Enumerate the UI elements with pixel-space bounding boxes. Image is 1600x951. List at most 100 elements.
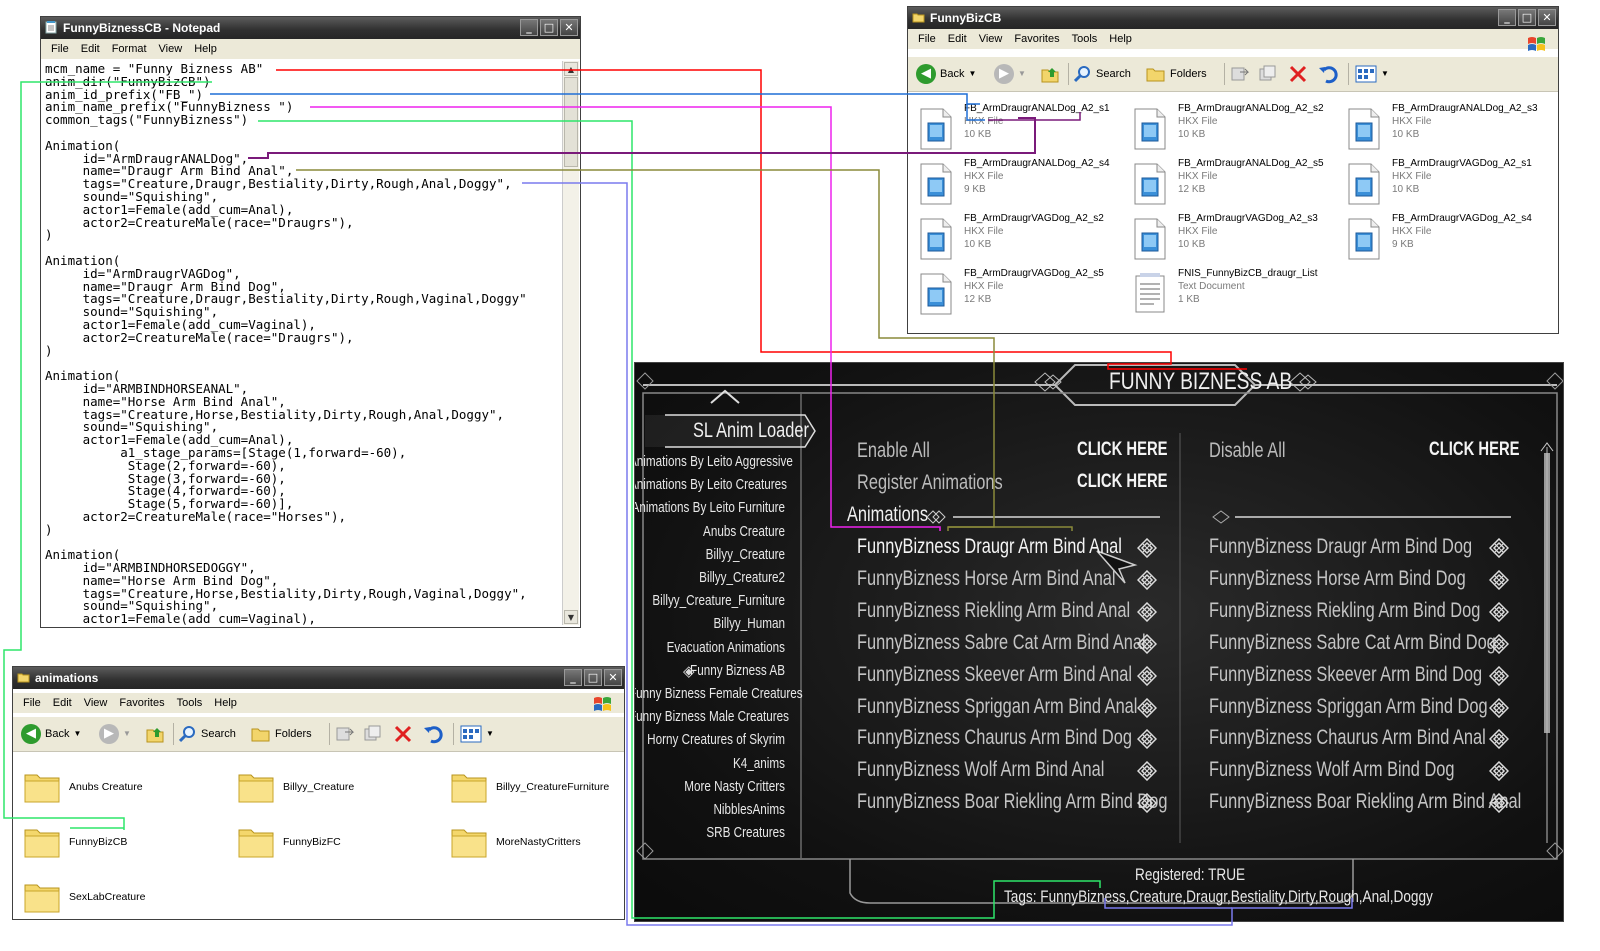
folder-item[interactable]: MoreNastyCritters [450, 822, 624, 866]
minimize-button[interactable]: _ [520, 19, 538, 36]
back-button[interactable]: ◀ Back ▼ [916, 64, 976, 84]
file-item[interactable]: FB_ArmDraugrVAGDog_A2_s4 HKX File 9 KB [1346, 213, 1556, 265]
animation-toggle-label[interactable]: FunnyBizness Draugr Arm Bind Dog [1209, 535, 1472, 559]
animation-toggle-label[interactable]: FunnyBizness Spriggan Arm Bind Dog [1209, 695, 1488, 719]
animation-enabled-diamond-icon[interactable] [1488, 729, 1510, 750]
scroll-up-icon[interactable]: ▲ [564, 62, 578, 76]
menu-help[interactable]: Help [1103, 29, 1138, 49]
views-button[interactable]: ▼ [460, 724, 494, 744]
mod-list-item[interactable]: Billyy_Creature_Furniture [635, 592, 785, 609]
file-item[interactable]: FB_ArmDraugrANALDog_A2_s5 HKX File 12 KB [1132, 158, 1342, 210]
mod-list-item[interactable]: Evacuation Animations [635, 639, 785, 656]
up-folder-button[interactable] [145, 724, 165, 744]
mod-list-item[interactable]: Funny Bizness AB [635, 662, 785, 679]
copy-to-button[interactable] [1258, 64, 1280, 84]
menu-file[interactable]: File [912, 29, 942, 49]
up-folder-button[interactable] [1040, 64, 1060, 84]
folder-item[interactable]: Anubs Creature [23, 767, 223, 811]
animation-toggle-label[interactable]: FunnyBizness Wolf Arm Bind Dog [1209, 758, 1455, 782]
maximize-button[interactable]: □ [584, 669, 602, 686]
animation-toggle-label[interactable]: FunnyBizness Sabre Cat Arm Bind Anal [857, 631, 1146, 655]
mod-list-item[interactable]: Funny Bizness Male Creatures [635, 708, 789, 725]
animation-enabled-diamond-icon[interactable] [1136, 793, 1158, 814]
mod-list-item[interactable]: Funny Bizness Female Creatures [635, 685, 803, 702]
file-item[interactable]: FB_ArmDraugrVAGDog_A2_s2 HKX File 10 KB [918, 213, 1128, 265]
close-button[interactable]: ✕ [1538, 9, 1556, 26]
file-item[interactable]: FB_ArmDraugrANALDog_A2_s2 HKX File 10 KB [1132, 103, 1342, 155]
menu-help[interactable]: Help [188, 39, 223, 59]
animation-enabled-diamond-icon[interactable] [1488, 761, 1510, 782]
animation-enabled-diamond-icon[interactable] [1488, 569, 1510, 590]
explorer-titlebar[interactable]: animations _ □ ✕ [13, 667, 624, 689]
notepad-scrollbar[interactable]: ▲ ▼ [562, 61, 579, 625]
menu-tools[interactable]: Tools [1066, 29, 1104, 49]
file-item[interactable]: FB_ArmDraugrVAGDog_A2_s5 HKX File 12 KB [918, 268, 1128, 320]
menu-tools[interactable]: Tools [171, 693, 209, 713]
animation-toggle-label[interactable]: FunnyBizness Boar Riekling Arm Bind Dog [857, 790, 1167, 814]
file-item[interactable]: FB_ArmDraugrANALDog_A2_s3 HKX File 10 KB [1346, 103, 1556, 155]
animation-enabled-diamond-icon[interactable] [1488, 697, 1510, 718]
disable-all-click-here[interactable]: CLICK HERE [1429, 439, 1520, 461]
animation-toggle-label[interactable]: FunnyBizness Sabre Cat Arm Bind Dog [1209, 631, 1496, 655]
file-item[interactable]: FB_ArmDraugrANALDog_A2_s4 HKX File 9 KB [918, 158, 1128, 210]
register-animations-label[interactable]: Register Animations [857, 471, 1003, 495]
animation-toggle-label[interactable]: FunnyBizness Spriggan Arm Bind Anal [857, 695, 1137, 719]
mod-list-item[interactable]: Animations By Leito Furniture [635, 499, 785, 516]
animation-toggle-label[interactable]: FunnyBizness Skeever Arm Bind Anal [857, 663, 1132, 687]
mod-list-item[interactable]: Anubs Creature [635, 523, 785, 540]
maximize-button[interactable]: □ [1518, 9, 1536, 26]
mod-list-item[interactable]: More Nasty Critters [635, 778, 785, 795]
search-button[interactable]: Search [179, 724, 236, 744]
animation-toggle-label[interactable]: FunnyBizness Riekling Arm Bind Dog [1209, 599, 1480, 623]
animation-enabled-diamond-icon[interactable] [1136, 665, 1158, 686]
undo-button[interactable] [423, 724, 445, 744]
animation-toggle-label[interactable]: FunnyBizness Wolf Arm Bind Anal [857, 758, 1104, 782]
menu-file[interactable]: File [45, 39, 75, 59]
animation-toggle-label[interactable]: FunnyBizness Horse Arm Bind Anal [857, 567, 1116, 591]
forward-button[interactable]: ▶ ▼ [994, 64, 1026, 84]
menu-edit[interactable]: Edit [47, 693, 78, 713]
register-animations-click-here[interactable]: CLICK HERE [1077, 471, 1168, 493]
animation-enabled-diamond-icon[interactable] [1488, 665, 1510, 686]
mod-list-item[interactable]: Billyy_Creature2 [635, 569, 785, 586]
search-button[interactable]: Search [1074, 64, 1131, 84]
views-button[interactable]: ▼ [1355, 64, 1389, 84]
menu-favorites[interactable]: Favorites [1008, 29, 1065, 49]
folder-item[interactable]: Billyy_CreatureFurniture [450, 767, 624, 811]
folders-button[interactable]: Folders [1146, 64, 1207, 84]
mod-list-item[interactable]: Animations By Leito Aggressive [635, 453, 793, 470]
folder-item[interactable]: FunnyBizFC [237, 822, 437, 866]
enable-all-click-here[interactable]: CLICK HERE [1077, 439, 1168, 461]
animation-enabled-diamond-icon[interactable] [1136, 633, 1158, 654]
mod-list-item[interactable]: K4_anims [635, 755, 785, 772]
folder-item[interactable]: FunnyBizCB [23, 822, 223, 866]
folder-item[interactable]: Billyy_Creature [237, 767, 437, 811]
mod-list-item[interactable]: Billyy_Human [635, 615, 785, 632]
menu-view[interactable]: View [973, 29, 1009, 49]
move-to-button[interactable] [335, 724, 357, 744]
enable-all-label[interactable]: Enable All [857, 439, 930, 463]
animation-enabled-diamond-icon[interactable] [1136, 697, 1158, 718]
menu-view[interactable]: View [153, 39, 189, 59]
file-item[interactable]: FB_ArmDraugrANALDog_A2_s1 HKX File 10 KB [918, 103, 1128, 155]
animation-toggle-label[interactable]: FunnyBizness Horse Arm Bind Dog [1209, 567, 1466, 591]
close-button[interactable]: ✕ [604, 669, 622, 686]
animation-enabled-diamond-icon[interactable] [1136, 569, 1158, 590]
copy-to-button[interactable] [363, 724, 385, 744]
animation-toggle-label[interactable]: FunnyBizness Riekling Arm Bind Anal [857, 599, 1130, 623]
disable-all-label[interactable]: Disable All [1209, 439, 1285, 463]
notepad-text-area[interactable]: mcm_name = "Funny Bizness AB" anim_dir("F… [43, 61, 562, 625]
animation-toggle-label[interactable]: FunnyBizness Boar Riekling Arm Bind Anal [1209, 790, 1521, 814]
minimize-button[interactable]: _ [1498, 9, 1516, 26]
mod-list-item[interactable]: NibblesAnims [635, 801, 785, 818]
animation-enabled-diamond-icon[interactable] [1488, 537, 1510, 559]
animation-enabled-diamond-icon[interactable] [1488, 633, 1510, 654]
animation-enabled-diamond-icon[interactable] [1488, 793, 1510, 814]
menu-view[interactable]: View [78, 693, 114, 713]
maximize-button[interactable]: □ [540, 19, 558, 36]
mod-list-item[interactable]: SRB Creatures [635, 824, 785, 841]
menu-file[interactable]: File [17, 693, 47, 713]
animation-toggle-label[interactable]: FunnyBizness Draugr Arm Bind Anal [857, 535, 1122, 559]
mod-list-item[interactable]: Billyy_Creature [635, 546, 785, 563]
undo-button[interactable] [1318, 64, 1340, 84]
